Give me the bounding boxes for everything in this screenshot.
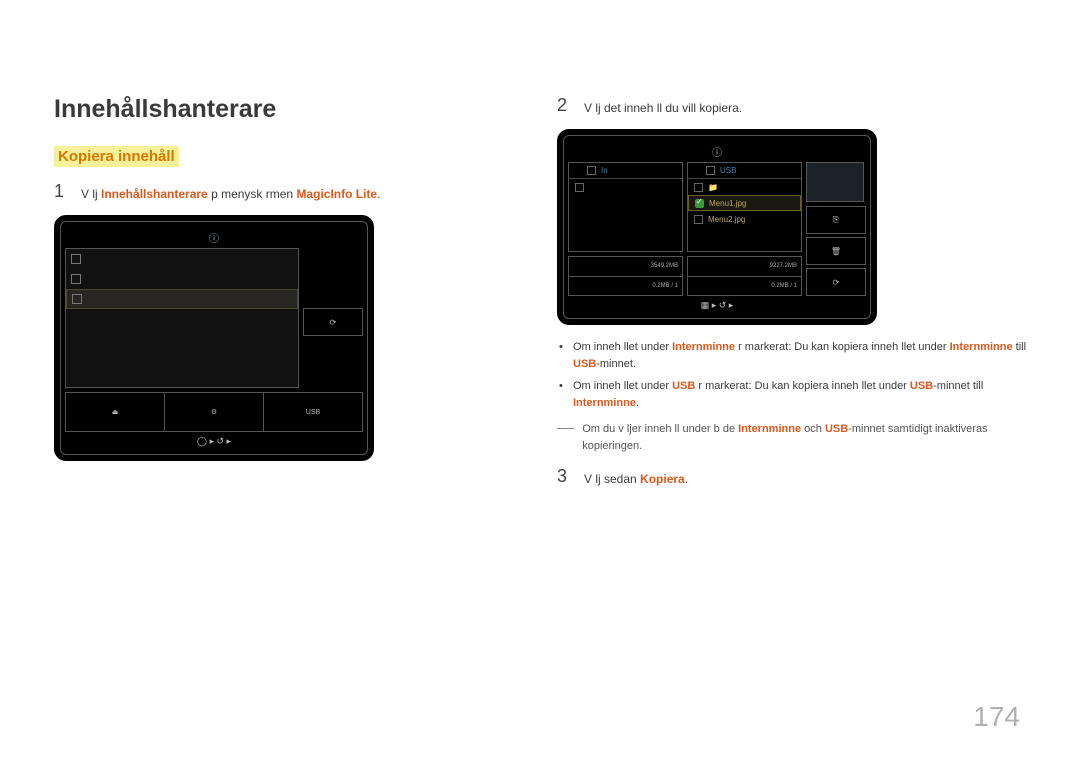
stats-left: 3549.2MB 0.2MB / 1 xyxy=(568,256,683,296)
text: V lj xyxy=(81,187,101,201)
step-number: 1 xyxy=(54,181,66,202)
bullet-item: Om inneh llet under USB r markerat: Du k… xyxy=(557,378,1030,411)
highlight: USB xyxy=(672,380,695,392)
section-subtitle: Kopiera innehåll xyxy=(54,146,179,167)
step-number: 2 xyxy=(557,95,569,116)
device-top-icon: ⓘ xyxy=(65,226,363,248)
footer-label: USB xyxy=(306,409,320,416)
step-2: 2 V lj det inneh ll du vill kopiera. xyxy=(557,95,1030,117)
highlight: Internminne xyxy=(672,341,735,353)
pane-internal: In xyxy=(568,162,683,252)
stat-cell: 9227.2MB xyxy=(688,257,801,277)
highlight: USB xyxy=(573,358,596,370)
footer-cell: ⚙ xyxy=(165,393,264,431)
bullet-list: Om inneh llet under Internminne r marker… xyxy=(557,339,1030,411)
step-3: 3 V lj sedan Kopiera. xyxy=(557,466,1030,488)
gear-icon: ⚙ xyxy=(211,408,217,416)
list-item: Menu2.jpg xyxy=(688,211,801,227)
text: och xyxy=(801,423,825,435)
device-body: In USB 📁 Menu1.jpg Menu2.jpg xyxy=(568,162,866,296)
highlight: Innehållshanterare xyxy=(101,187,208,201)
text: Om du v ljer inneh ll under b de xyxy=(582,423,738,435)
highlight: MagicInfo Lite xyxy=(296,187,377,201)
side-controls: ⎘ 🗑 ⟳ xyxy=(806,162,866,296)
stat-cell: 3549.2MB xyxy=(569,257,682,277)
page-content: Innehållshanterare Kopiera innehåll 1 V … xyxy=(0,0,1080,540)
highlight: USB xyxy=(910,380,933,392)
step-number: 3 xyxy=(557,466,569,487)
list-item-selected: Menu1.jpg xyxy=(688,195,801,211)
list-item xyxy=(569,179,682,195)
text: till xyxy=(1013,341,1026,353)
device-top-icon: ⓘ xyxy=(568,140,866,162)
step-body: V lj sedan Kopiera. xyxy=(584,466,1030,488)
highlight: Internminne xyxy=(573,397,636,409)
folder-icon: 📁 xyxy=(708,183,718,192)
text: -minnet till xyxy=(933,380,983,392)
highlight: USB xyxy=(825,423,848,435)
side-button: 🗑 xyxy=(806,237,866,265)
file-panel xyxy=(65,248,299,388)
text: . xyxy=(636,397,639,409)
stats-right: 9227.2MB 0.2MB / 1 xyxy=(687,256,802,296)
text: . xyxy=(377,187,380,201)
pane-tab: USB xyxy=(688,163,801,179)
usb-icon: ⏏ xyxy=(112,408,119,416)
preview-thumb xyxy=(806,162,864,202)
file-name: Menu2.jpg xyxy=(708,215,745,224)
left-column: Innehållshanterare Kopiera innehåll 1 V … xyxy=(54,95,527,500)
page-title: Innehållshanterare xyxy=(54,95,527,124)
text: . xyxy=(685,472,688,486)
footer-cell: USB xyxy=(264,393,362,431)
info-icon: ⓘ xyxy=(712,144,722,159)
page-number: 174 xyxy=(973,701,1020,733)
device-footer: ⏏ ⚙ USB xyxy=(65,392,363,432)
pane-tab: In xyxy=(569,163,682,179)
text: Om inneh llet under xyxy=(573,341,672,353)
highlight: Internminne xyxy=(950,341,1013,353)
device-body: ⟳ xyxy=(65,248,363,388)
step-body: V lj Innehållshanterare p menysk rmen Ma… xyxy=(81,181,527,203)
footer-cell: ⏏ xyxy=(66,393,165,431)
note-text: Om du v ljer inneh ll under b de Internm… xyxy=(582,421,1030,454)
list-item: 📁 xyxy=(688,179,801,195)
bullet-item: Om inneh llet under Internminne r marker… xyxy=(557,339,1030,372)
info-icon: ⓘ xyxy=(209,230,219,245)
step-body: V lj det inneh ll du vill kopiera. xyxy=(584,95,1030,117)
text: -minnet. xyxy=(596,358,636,370)
text: r markerat: Du kan kopiera inneh llet un… xyxy=(695,380,910,392)
text: Om inneh llet under xyxy=(573,380,672,392)
device-screenshot-2: ⓘ In USB 📁 Menu1.jpg xyxy=(557,129,877,325)
note: Om du v ljer inneh ll under b de Internm… xyxy=(557,421,1030,454)
file-name: Menu1.jpg xyxy=(709,199,746,208)
text: V lj sedan xyxy=(584,472,640,486)
side-button: ⎘ xyxy=(806,206,866,234)
side-button: ⟳ xyxy=(303,308,363,336)
highlight: Kopiera xyxy=(640,472,685,486)
tab-label: In xyxy=(601,166,608,175)
info-grid: 3549.2MB 0.2MB / 1 9227.2MB 0.2MB / 1 xyxy=(568,256,802,296)
side-panel: ⟳ xyxy=(303,248,363,388)
highlight: Internminne xyxy=(738,423,801,435)
stat-cell: 0.2MB / 1 xyxy=(688,277,801,296)
text: p menysk rmen xyxy=(208,187,297,201)
button-column: ⎘ 🗑 ⟳ xyxy=(806,206,866,296)
list-item xyxy=(66,249,298,269)
device-hints: ▦ ▸ ↺ ▸ xyxy=(568,296,866,314)
tab-label: USB xyxy=(720,166,736,175)
device-screenshot-1: ⓘ ⟳ ⏏ ⚙ USB ◯ ▸ ↺ ▸ xyxy=(54,215,374,461)
side-button: ⟳ xyxy=(806,268,866,296)
dual-panes: In USB 📁 Menu1.jpg Menu2.jpg xyxy=(568,162,802,252)
device-hints: ◯ ▸ ↺ ▸ xyxy=(65,432,363,450)
text: r markerat: Du kan kopiera inneh llet un… xyxy=(735,341,950,353)
list-item-selected xyxy=(66,289,298,309)
right-column: 2 V lj det inneh ll du vill kopiera. ⓘ I… xyxy=(557,95,1030,500)
pane-usb: USB 📁 Menu1.jpg Menu2.jpg xyxy=(687,162,802,252)
list-item xyxy=(66,269,298,289)
step-1: 1 V lj Innehållshanterare p menysk rmen … xyxy=(54,181,527,203)
check-icon xyxy=(695,199,704,208)
note-dash-icon xyxy=(557,428,574,454)
stat-cell: 0.2MB / 1 xyxy=(569,277,682,296)
